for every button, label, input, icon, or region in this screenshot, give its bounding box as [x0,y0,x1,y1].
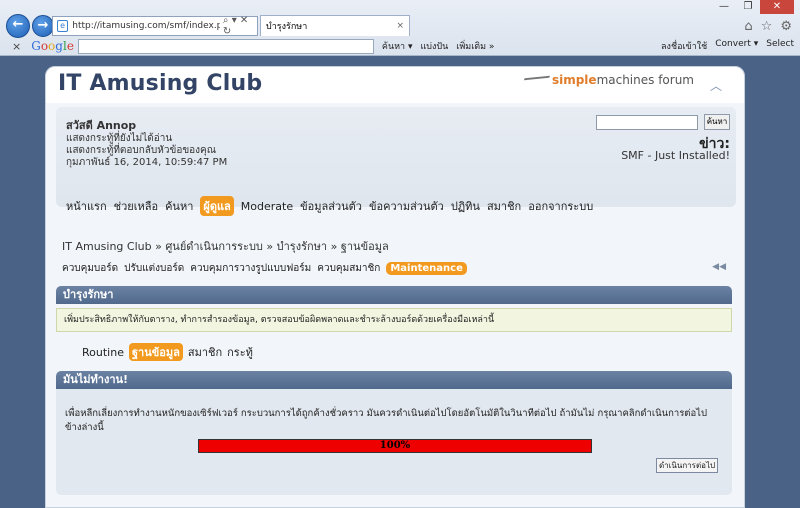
subtab-database[interactable]: ฐานข้อมูล [128,343,183,361]
window-controls: — ❐ ✕ [712,0,794,14]
select-button[interactable]: Select [766,39,794,53]
back-button[interactable]: ← [6,14,30,38]
news-text: SMF - Just Installed! [621,149,730,162]
tab-board-control[interactable]: ควบคุมบอร์ด [62,261,118,276]
smf-swoosh-icon [521,75,551,85]
tab-board-settings[interactable]: ปรับแต่งบอร์ด [124,261,184,276]
progress-label: 100% [379,440,411,451]
not-done-panel: เพื่อหลีกเลี่ยงการทำงานหนักของเซิร์ฟเวอร… [56,389,732,495]
forward-button[interactable]: → [32,15,54,37]
collapse-header-icon[interactable]: ︿ [710,77,722,94]
toolbar-search-button[interactable]: ค้นหา ▾ [382,39,413,53]
google-logo: Google [31,39,74,53]
menu-moderate[interactable]: Moderate [241,200,293,213]
browser-tab[interactable]: บำรุงรักษา × [260,15,410,36]
smf-logo[interactable]: simple machines forum [521,73,694,87]
subtab-topics[interactable]: กระทู้ [227,343,253,361]
google-search-input[interactable] [77,38,374,54]
not-done-title-bar: มันไม่ทำงาน! [56,371,732,389]
menu-members[interactable]: สมาชิก [487,197,521,215]
subtab-routine[interactable]: Routine [82,346,124,359]
menu-help[interactable]: ช่วยเหลือ [114,197,158,215]
maintenance-title: บำรุงรักษา [63,288,114,301]
window-close-icon[interactable]: ✕ [760,0,794,14]
menu-toggle-icon[interactable]: ◀◀ [712,262,726,272]
google-toolbar: × Google ค้นหา ▾ แบ่งปัน เพิ่มเติม » ลงช… [0,36,800,56]
toolbar-right: ลงชื่อเข้าใช้ Convert ▾ Select [661,39,794,53]
menu-profile[interactable]: ข้อมูลส่วนตัว [300,197,362,215]
tab-close-icon[interactable]: × [396,21,404,31]
toolbar-close-icon[interactable]: × [12,40,21,53]
maintenance-info: เพิ่มประสิทธิภาพให้กับตาราง, ทำการสำรองข… [56,308,732,332]
subtab-members[interactable]: สมาชิก [188,343,222,361]
address-url: http://itamusing.com/smf/index.php?actio… [72,21,220,31]
forum-search-input[interactable] [596,115,698,130]
tab-layout-control[interactable]: ควบคุมการวางรูปแบบฟอร์ม [190,261,311,276]
admin-tabs: ควบคุมบอร์ด ปรับแต่งบอร์ด ควบคุมการวางรู… [62,261,467,276]
page-favicon-icon: e [57,20,69,32]
menu-calendar[interactable]: ปฏิทิน [451,197,480,215]
signin-button[interactable]: ลงชื่อเข้าใช้ [661,39,707,53]
breadcrumb[interactable]: IT Amusing Club » ศูนย์ดำเนินการระบบ » บ… [62,237,389,255]
tab-member-control[interactable]: ควบคุมสมาชิก [317,261,380,276]
not-done-message: เพื่อหลีกเลี่ยงการทำงานหนักของเซิร์ฟเวอร… [65,408,707,433]
toolbar-more-button[interactable]: เพิ่มเติม » [456,39,494,53]
smf-logo-rest: machines forum [596,73,694,87]
forum-title[interactable]: IT Amusing Club [58,71,262,96]
continue-button[interactable]: ดำเนินการต่อไป [656,458,718,473]
address-bar[interactable]: e http://itamusing.com/smf/index.php?act… [52,15,258,37]
user-panel: สวัสดี Annop แสดงกระทู้ที่ยังไม่ได้อ่าน … [56,107,736,207]
menu-search[interactable]: ค้นหา [165,197,193,215]
maximize-icon[interactable]: ❐ [736,0,760,14]
forum-search-button[interactable]: ค้นหา [704,114,730,130]
current-datetime: กุมภาพันธ์ 16, 2014, 10:59:47 PM [66,157,228,168]
menu-messages[interactable]: ข้อความส่วนตัว [369,197,444,215]
settings-gear-icon[interactable]: ⚙ [780,19,792,34]
browser-tool-icons: ⌂ ☆ ⚙ [744,19,792,34]
convert-button[interactable]: Convert ▾ [715,39,758,53]
toolbar-share-button[interactable]: แบ่งปัน [420,39,448,53]
smf-logo-simple: simple [551,73,597,87]
back-arrow-icon: ← [12,17,24,32]
browser-chrome: ← → e http://itamusing.com/smf/index.php… [0,0,800,56]
maintenance-title-bar: บำรุงรักษา [56,286,732,304]
menu-home[interactable]: หน้าแรก [66,197,107,215]
main-menu: หน้าแรก ช่วยเหลือ ค้นหา ผู้ดูแล Moderate… [66,196,593,216]
maintenance-subtabs: Routine ฐานข้อมูล สมาชิก กระทู้ [82,343,253,361]
menu-admin[interactable]: ผู้ดูแล [200,196,234,216]
favorites-star-icon[interactable]: ☆ [761,19,773,34]
forum-page: IT Amusing Club simple machines forum ︿ … [45,66,745,508]
menu-logout[interactable]: ออกจากระบบ [528,197,593,215]
address-controls-icons[interactable]: ⌕ ▾ ✕ ↻ [223,15,257,37]
forward-arrow-icon: → [37,18,49,33]
minimize-icon[interactable]: — [712,0,736,14]
home-icon[interactable]: ⌂ [744,19,752,34]
progress-bar: 100% [198,439,592,453]
tab-maintenance[interactable]: Maintenance [386,262,467,275]
tab-title: บำรุงรักษา [266,22,308,32]
not-done-title: มันไม่ทำงาน! [63,373,129,386]
